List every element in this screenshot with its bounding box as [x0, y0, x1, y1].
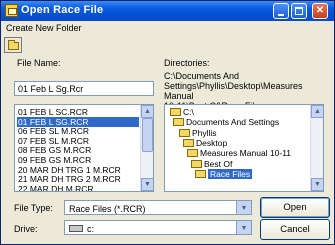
file-type-label: File Type:	[14, 203, 53, 213]
file-list[interactable]: 01 FEB L SC.RCR 01 FEB L SG.RCR 06 FEB SL …	[14, 104, 154, 192]
path-line: C:\Documents And	[164, 71, 240, 81]
app-icon	[5, 4, 18, 17]
file-name-label: File Name:	[17, 58, 61, 68]
scroll-thumb[interactable]	[142, 118, 153, 152]
file-list-item[interactable]: 06 FEB SL M.RCR	[17, 126, 139, 136]
open-button[interactable]: Open	[260, 197, 330, 218]
folder-icon	[195, 169, 206, 178]
directory-node-label: Phyllis	[192, 127, 217, 138]
directories-label: Directories:	[164, 58, 210, 68]
window-title: Open Race File	[21, 4, 104, 16]
file-type-select[interactable]: Race Files (*.RCR) ▼	[64, 200, 252, 215]
drive-value: c:	[87, 224, 95, 234]
file-list-item[interactable]: 22 MAR DH M.RCR	[17, 184, 139, 191]
file-list-item[interactable]: 09 FEB GS M.RCR	[17, 155, 139, 165]
scroll-up-icon[interactable]: ▲	[311, 105, 323, 118]
cancel-button[interactable]: Cancel	[260, 219, 330, 240]
directory-node-label: Desktop	[196, 137, 228, 148]
directory-node[interactable]: Measures Manual 10-11	[187, 148, 291, 158]
path-line: Settings\Phyllis\Desktop\Measures Manual	[164, 81, 303, 101]
drive-icon	[69, 225, 83, 232]
directory-node[interactable]: Best Of	[191, 159, 232, 169]
directory-node-label: Best Of	[204, 158, 233, 169]
folder-icon	[170, 108, 181, 116]
file-name-input[interactable]	[14, 81, 154, 96]
minimize-icon	[278, 14, 284, 16]
chevron-down-icon[interactable]: ▼	[236, 201, 251, 214]
file-type-value: Race Files (*.RCR)	[69, 204, 146, 214]
file-list-item[interactable]: 01 FEB L SG.RCR	[17, 116, 139, 127]
folder-icon	[173, 118, 184, 127]
chevron-down-icon[interactable]: ▼	[236, 221, 251, 234]
drive-label: Drive:	[14, 224, 38, 234]
file-list-item[interactable]: 08 FEB GS M.RCR	[17, 145, 139, 155]
directory-node[interactable]: Desktop	[183, 138, 227, 148]
directory-node-label: Measures Manual 10-11	[200, 148, 292, 159]
maximize-button[interactable]	[291, 3, 307, 19]
scroll-down-icon[interactable]: ▼	[311, 178, 323, 191]
directory-tree[interactable]: C:\ Documents And Settings Phyllis Desktop M…	[164, 104, 324, 192]
menu-create-new-folder[interactable]: Create New Folder	[6, 23, 82, 33]
menu-bar: Create New Folder	[1, 21, 334, 35]
file-list-item[interactable]: 21 MAR DH TRG 2 M.RCR	[17, 174, 139, 184]
open-race-file-dialog: Open Race File ✕ Create New Folder File …	[0, 0, 335, 245]
folder-icon	[187, 149, 198, 158]
minimize-button[interactable]	[273, 3, 289, 19]
drive-select[interactable]: c: ▼	[64, 220, 252, 235]
close-icon: ✕	[315, 5, 325, 16]
file-list-item[interactable]: 07 FEB SL M.RCR	[17, 136, 139, 146]
directory-tree-scrollbar[interactable]: ▲ ▼	[310, 105, 323, 191]
new-folder-button[interactable]	[4, 37, 22, 53]
maximize-icon	[295, 7, 303, 15]
file-list-scrollbar[interactable]: ▲ ▼	[140, 105, 153, 191]
close-button[interactable]: ✕	[312, 3, 328, 19]
directory-node[interactable]: Documents And Settings	[173, 117, 279, 127]
title-bar[interactable]: Open Race File ✕	[1, 1, 334, 21]
directory-node-label: C:\	[183, 107, 194, 117]
scroll-down-icon[interactable]: ▼	[141, 178, 153, 191]
directory-node-label: Race Files	[208, 168, 253, 179]
directory-node[interactable]: Phyllis	[179, 128, 217, 138]
directory-node[interactable]: Race Files	[195, 168, 253, 179]
file-list-item[interactable]: 01 FEB L SC.RCR	[17, 107, 139, 117]
new-folder-icon	[8, 40, 19, 50]
scroll-up-icon[interactable]: ▲	[141, 105, 153, 118]
directory-node-label: Documents And Settings	[186, 117, 280, 128]
folder-icon	[191, 159, 202, 168]
folder-icon	[179, 128, 190, 137]
file-list-item[interactable]: 20 MAR DH TRG 1 M.RCR	[17, 165, 139, 175]
folder-icon	[183, 138, 194, 147]
directory-node[interactable]: C:\	[170, 107, 194, 117]
